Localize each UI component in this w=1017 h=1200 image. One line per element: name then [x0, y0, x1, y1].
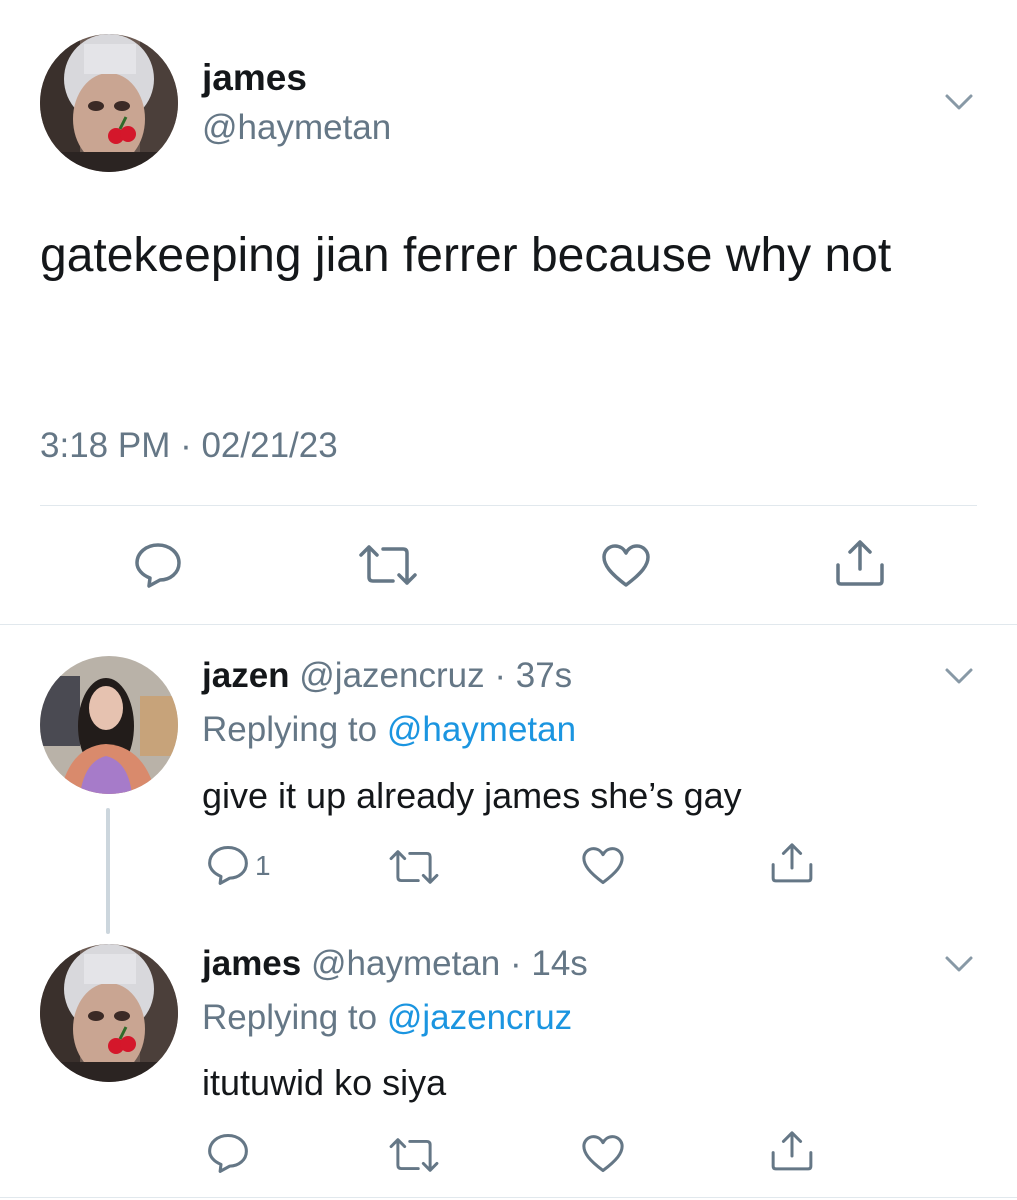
heart-icon[interactable] — [580, 846, 626, 886]
share-icon[interactable] — [832, 537, 888, 587]
author-handle[interactable]: @haymetan — [202, 108, 391, 148]
reply-text: itutuwid ko siya — [202, 1062, 447, 1103]
separator-dot: · — [509, 944, 522, 983]
tweet-text: gatekeeping jian ferrer because why not — [40, 229, 892, 282]
tweet-timestamp[interactable]: 3:18 PM · 02/21/23 — [40, 426, 338, 466]
heart-icon[interactable] — [600, 543, 652, 589]
replying-to: Replying to @haymetan — [202, 710, 576, 750]
author-name[interactable]: james — [202, 57, 307, 99]
heart-icon[interactable] — [580, 1134, 626, 1174]
share-icon[interactable] — [768, 840, 816, 884]
reply-avatar[interactable] — [40, 944, 178, 1082]
replying-to-link[interactable]: @haymetan — [387, 710, 576, 749]
reply-time[interactable]: 14s — [531, 944, 587, 983]
replying-to-label: Replying to — [202, 710, 378, 749]
divider — [40, 505, 977, 506]
chevron-down-icon[interactable] — [944, 666, 974, 686]
author-avatar[interactable] — [40, 34, 178, 172]
share-icon[interactable] — [768, 1128, 816, 1172]
reply-text: give it up already james she’s gay — [202, 775, 742, 816]
retweet-icon[interactable] — [355, 543, 421, 587]
reply-header: james @haymetan · 14s — [202, 944, 588, 984]
replying-to-link[interactable]: @jazencruz — [387, 998, 572, 1037]
reply-header: jazen @jazencruz · 37s — [202, 656, 572, 696]
separator-dot: · — [494, 656, 506, 695]
reply-icon[interactable] — [133, 541, 183, 589]
replying-to: Replying to @jazencruz — [202, 998, 572, 1038]
reply-author-handle[interactable]: @haymetan — [311, 944, 500, 983]
reply-avatar[interactable] — [40, 656, 178, 794]
chevron-down-icon[interactable] — [944, 954, 974, 974]
retweet-icon[interactable] — [386, 1136, 442, 1174]
thread-line — [106, 808, 110, 934]
retweet-icon[interactable] — [386, 848, 442, 886]
reply-icon[interactable] — [206, 1132, 250, 1174]
divider — [0, 624, 1017, 625]
reply-count: 1 — [255, 850, 271, 881]
reply-time[interactable]: 37s — [516, 656, 572, 695]
replying-to-label: Replying to — [202, 998, 378, 1037]
divider — [0, 1197, 1017, 1198]
reply-icon[interactable] — [206, 844, 250, 886]
reply-author-name[interactable]: james — [202, 944, 301, 983]
reply-author-name[interactable]: jazen — [202, 656, 290, 695]
chevron-down-icon[interactable] — [944, 92, 974, 112]
reply-author-handle[interactable]: @jazencruz — [299, 656, 484, 695]
